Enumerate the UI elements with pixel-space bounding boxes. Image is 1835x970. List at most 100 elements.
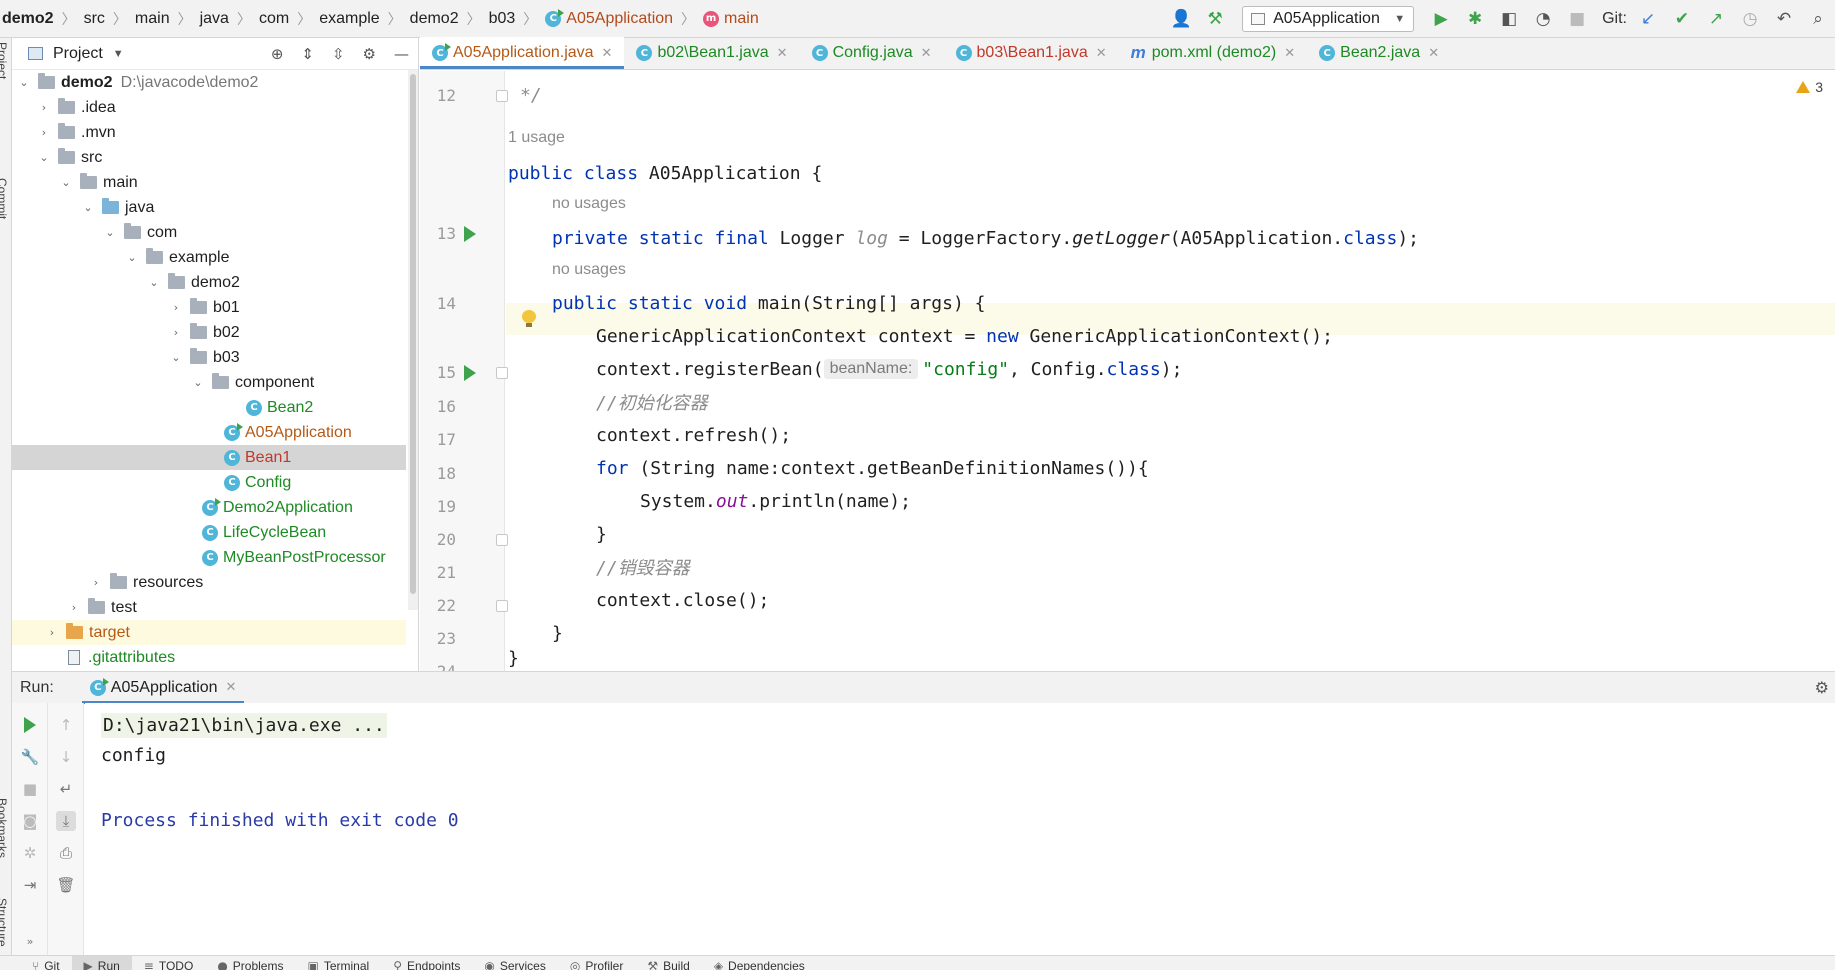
git-update-icon[interactable]: ↙	[1637, 8, 1659, 30]
gutter-line-13[interactable]: 13	[420, 218, 505, 248]
tree-item-config[interactable]: C Config	[12, 470, 406, 495]
history-icon[interactable]: ◷	[1739, 8, 1761, 30]
chevron-right-icon[interactable]: ›	[170, 301, 182, 314]
more-icon[interactable]: »	[20, 931, 40, 951]
expand-all-icon[interactable]: ⇕	[301, 45, 314, 63]
tab-bean2[interactable]: C Bean2.java ✕	[1307, 37, 1451, 69]
gutter-line-18[interactable]: 18	[420, 458, 505, 488]
project-tool-tab[interactable]: Project	[0, 42, 9, 79]
tree-item-component[interactable]: ⌄ component	[12, 370, 406, 395]
tree-item-example[interactable]: ⌄ example	[12, 245, 406, 270]
tree-item-target[interactable]: › target	[12, 620, 406, 645]
run-icon[interactable]: ▶	[1430, 8, 1452, 30]
tree-item-mvn[interactable]: › .mvn	[12, 120, 406, 145]
chevron-right-icon[interactable]: ›	[38, 126, 50, 139]
breadcrumb-main[interactable]: main	[135, 10, 170, 28]
tree-item-lifecyclebean[interactable]: C LifeCycleBean	[12, 520, 406, 545]
tree-item-demo2application[interactable]: C Demo2Application	[12, 495, 406, 520]
breadcrumb-class[interactable]: C A05Application	[545, 8, 673, 28]
trash-icon[interactable]: 🗑	[56, 875, 76, 895]
chevron-down-icon[interactable]: ⌄	[104, 226, 116, 239]
run-gutter-icon[interactable]	[464, 365, 476, 381]
chevron-down-icon[interactable]: ▼	[113, 48, 124, 60]
tree-item-java[interactable]: ⌄ java	[12, 195, 406, 220]
usage-hint-15[interactable]: no usages	[552, 255, 626, 285]
tree-item-bean2[interactable]: C Bean2	[12, 395, 406, 420]
project-panel-title[interactable]: Project	[53, 45, 103, 63]
tree-item-b02[interactable]: › b02	[12, 320, 406, 345]
chevron-down-icon[interactable]: ⌄	[38, 151, 50, 164]
fold-icon[interactable]	[496, 600, 508, 612]
tree-item-demo2-package[interactable]: ⌄ demo2	[12, 270, 406, 295]
close-icon[interactable]: ✕	[1096, 46, 1107, 61]
tab-b03-bean1[interactable]: C b03\Bean1.java ✕	[944, 37, 1119, 69]
tool-tab-todo[interactable]: ≡ TODO	[132, 956, 206, 970]
lightbulb-icon[interactable]	[522, 310, 536, 327]
tab-a05application[interactable]: C A05Application.java ✕	[420, 37, 625, 69]
breadcrumb-src[interactable]: src	[84, 10, 105, 28]
gutter-line-21[interactable]: 21	[420, 557, 505, 587]
gutter-line-14[interactable]: 14	[420, 288, 505, 318]
gutter-line-20[interactable]: 20	[420, 524, 508, 554]
fold-icon[interactable]	[496, 367, 508, 379]
scrollbar-thumb[interactable]	[410, 74, 416, 594]
structure-tool-tab[interactable]: Structure	[0, 898, 9, 947]
close-icon[interactable]: ✕	[777, 46, 788, 61]
console-command-line[interactable]: D:\java21\bin\java.exe ...	[101, 713, 387, 738]
collapse-all-icon[interactable]: ⇳	[332, 45, 345, 63]
tree-item-b01[interactable]: › b01	[12, 295, 406, 320]
gutter-line-19[interactable]: 19	[420, 491, 505, 521]
gutter-line-22[interactable]: 22	[420, 590, 508, 620]
gutter-line-16[interactable]: 16	[420, 391, 505, 421]
arrow-up-icon[interactable]: ↑	[56, 715, 76, 735]
tree-item-test[interactable]: › test	[12, 595, 406, 620]
gutter-line-15[interactable]: 15	[420, 357, 508, 387]
chevron-right-icon[interactable]: ›	[38, 101, 50, 114]
bookmarks-tool-tab[interactable]: Bookmarks	[0, 798, 9, 858]
tool-tab-services[interactable]: ◉ Services	[472, 956, 558, 970]
close-icon[interactable]: ✕	[1284, 46, 1295, 61]
chevron-right-icon[interactable]: ›	[170, 326, 182, 339]
code-editor[interactable]: 12 13 14 15 16 17 18 19 20 21 22 23 24 3…	[420, 71, 1835, 671]
exit-icon[interactable]: ⇥	[20, 875, 40, 895]
close-icon[interactable]: ✕	[226, 680, 237, 695]
locate-icon[interactable]: ⊕	[271, 45, 284, 63]
gutter-line-24[interactable]: 24	[420, 656, 505, 671]
print-icon[interactable]: ⎙	[56, 843, 76, 863]
breadcrumb-example[interactable]: example	[319, 10, 379, 28]
tree-item-a05application[interactable]: C A05Application	[12, 420, 406, 445]
git-push-icon[interactable]: ↗	[1705, 8, 1727, 30]
chevron-down-icon[interactable]: ⌄	[148, 276, 160, 289]
tree-item-idea[interactable]: › .idea	[12, 95, 406, 120]
tool-tab-terminal[interactable]: ▣ Terminal	[295, 956, 381, 970]
gear-icon[interactable]: ⚙	[363, 45, 376, 63]
tree-item-resources[interactable]: › resources	[12, 570, 406, 595]
chevron-down-icon[interactable]: ⌄	[170, 351, 182, 364]
fold-icon[interactable]	[496, 534, 508, 546]
breadcrumb-java[interactable]: java	[200, 10, 229, 28]
commit-tool-tab[interactable]: Commit	[0, 178, 9, 219]
tree-item-gitattributes[interactable]: .gitattributes	[12, 645, 406, 670]
tool-tab-build[interactable]: ⚒ Build	[635, 956, 701, 970]
chevron-down-icon[interactable]: ⌄	[60, 176, 72, 189]
chevron-right-icon[interactable]: ›	[68, 601, 80, 614]
close-icon[interactable]: ✕	[1428, 46, 1439, 61]
breadcrumb-b03[interactable]: b03	[489, 10, 516, 28]
tree-item-b03[interactable]: ⌄ b03	[12, 345, 406, 370]
close-icon[interactable]: ✕	[602, 46, 613, 61]
debug-icon[interactable]: ✱	[1464, 8, 1486, 30]
camera-icon[interactable]: ◙	[20, 811, 40, 831]
rerun-icon[interactable]	[20, 715, 40, 735]
chevron-right-icon[interactable]: ›	[46, 626, 58, 639]
settings-icon[interactable]: ✲	[20, 843, 40, 863]
breadcrumb-com[interactable]: com	[259, 10, 289, 28]
tree-item-com[interactable]: ⌄ com	[12, 220, 406, 245]
console-output[interactable]: D:\java21\bin\java.exe ... config Proces…	[85, 703, 1835, 955]
tab-pom[interactable]: m pom.xml (demo2) ✕	[1119, 37, 1308, 69]
tool-tab-endpoints[interactable]: ⚲ Endpoints	[381, 956, 472, 970]
stop-icon[interactable]: ■	[1566, 8, 1588, 30]
tool-tab-problems[interactable]: ● Problems	[205, 956, 295, 970]
usage-hint-14[interactable]: no usages	[552, 189, 626, 219]
chevron-down-icon[interactable]: ⌄	[126, 251, 138, 264]
search-icon[interactable]: ⌕	[1807, 8, 1829, 30]
